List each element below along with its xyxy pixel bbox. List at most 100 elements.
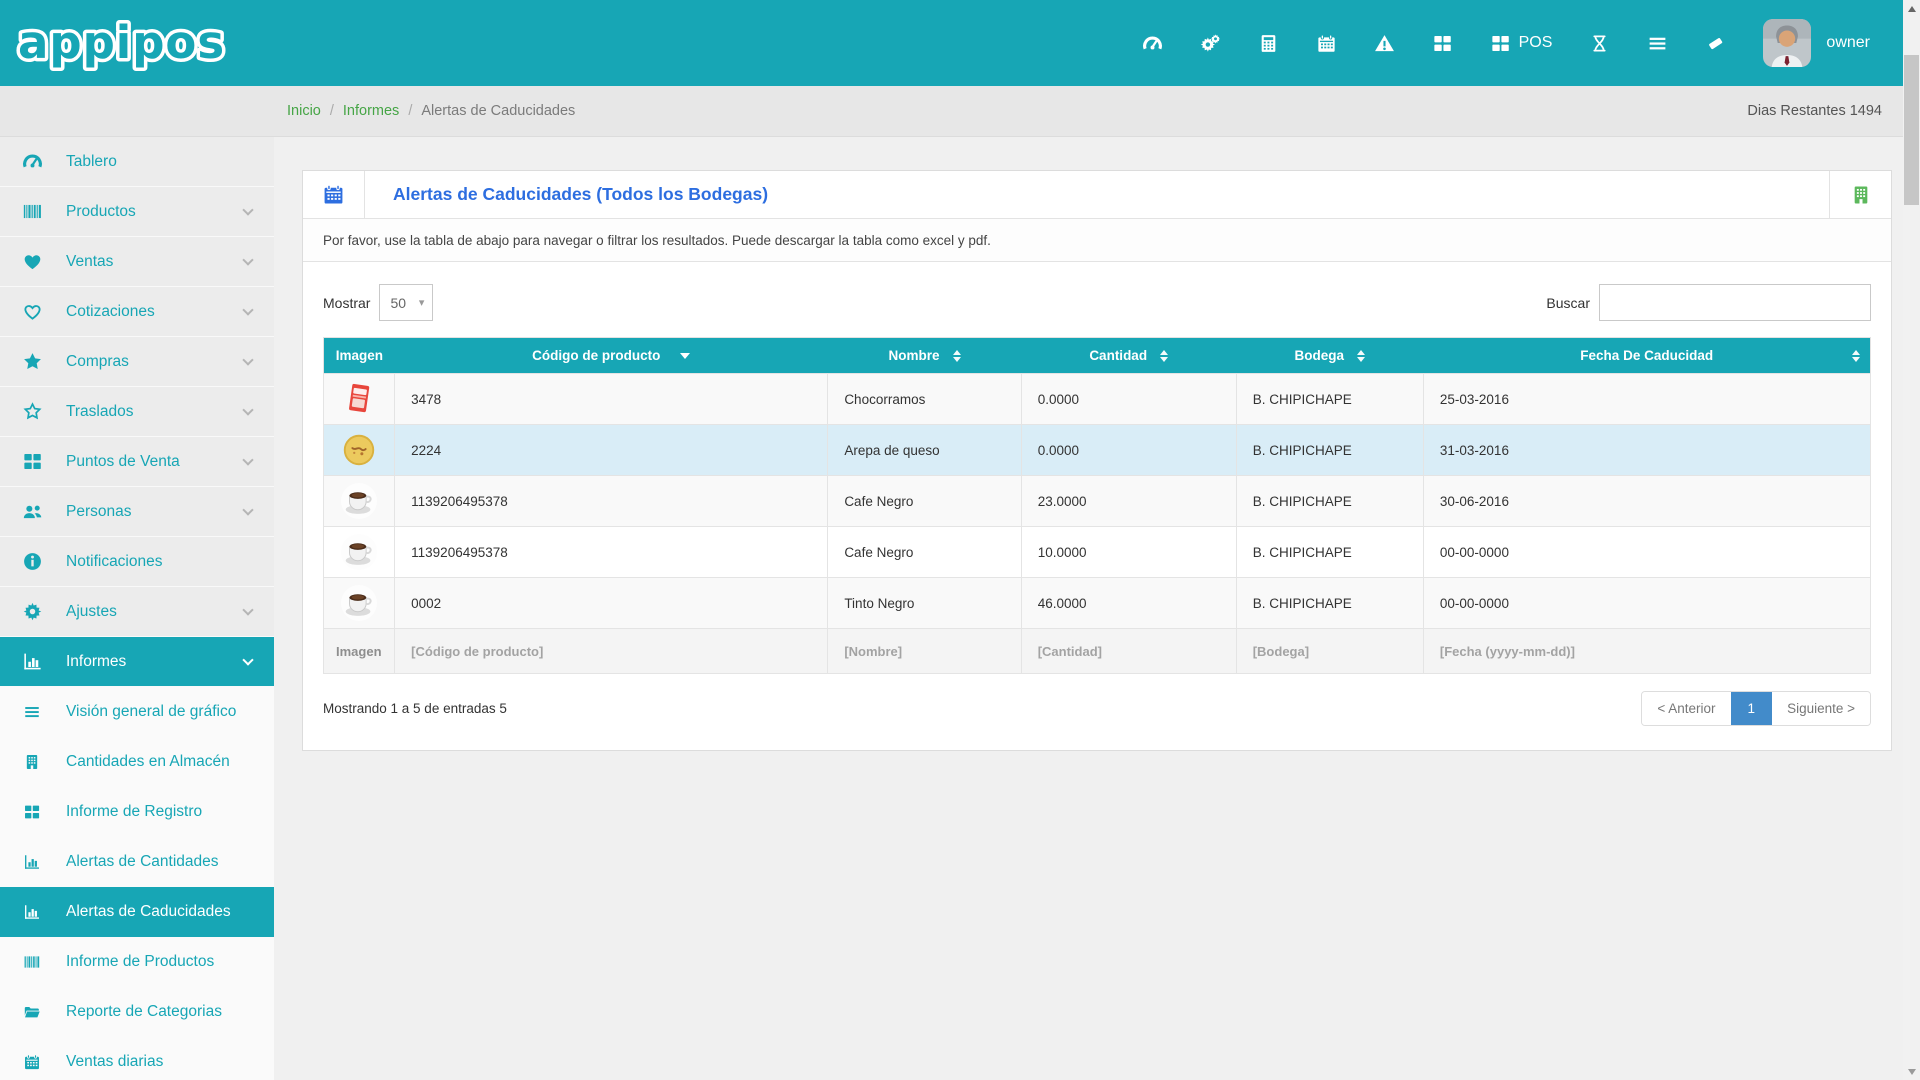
- show-label: Mostrar: [323, 295, 370, 311]
- app-logo[interactable]: appipos: [14, 12, 232, 74]
- heart-outline-icon: [20, 301, 44, 322]
- select-arrow-icon: ▾: [419, 296, 425, 309]
- star-icon: [20, 351, 44, 372]
- chevron-down-icon: [242, 454, 253, 465]
- search-input[interactable]: [1599, 284, 1871, 321]
- scroll-thumb[interactable]: [1904, 55, 1919, 205]
- chevron-down-icon: [242, 204, 253, 215]
- submenu-item-informe-registro[interactable]: Informe de Registro: [0, 787, 274, 837]
- sidebar-item-cotizaciones[interactable]: Cotizaciones: [0, 287, 274, 337]
- sidebar-item-tablero[interactable]: Tablero: [0, 137, 274, 187]
- breadcrumb-informes[interactable]: Informes: [343, 103, 399, 119]
- scrollbar[interactable]: [1903, 0, 1920, 1080]
- pagination-prev[interactable]: < Anterior: [1642, 692, 1730, 725]
- info-text: Por favor, use la tabla de abajo para na…: [303, 219, 1891, 262]
- sidebar-item-puntos-de-venta[interactable]: Puntos de Venta: [0, 437, 274, 487]
- informes-submenu: Visión general de gráfico Cantidades en …: [0, 687, 274, 1080]
- product-image-chocorramos: [340, 380, 378, 418]
- col-nombre[interactable]: Nombre: [828, 338, 1021, 374]
- table-row-selected[interactable]: 2224 Arepa de queso 0.0000 B. CHIPICHAPE…: [324, 425, 1871, 476]
- list-icon[interactable]: [1647, 33, 1668, 54]
- sort-icon: [953, 350, 961, 362]
- chevron-down-icon: [242, 304, 253, 315]
- building-icon: [20, 753, 44, 771]
- calendar-icon[interactable]: [1316, 33, 1337, 54]
- filter-row: Imagen [Código de producto] [Nombre] [Ca…: [324, 629, 1871, 674]
- col-bodega[interactable]: Bodega: [1236, 338, 1423, 374]
- eraser-icon[interactable]: [1705, 33, 1726, 54]
- pagination-page-1[interactable]: 1: [1731, 692, 1773, 725]
- col-fecha-de-caducidad[interactable]: Fecha De Caducidad: [1423, 338, 1870, 374]
- sidebar-item-ajustes[interactable]: Ajustes: [0, 587, 274, 637]
- tachometer-icon: [20, 151, 44, 172]
- page-size-select[interactable]: 50 ▾: [379, 284, 433, 321]
- sidebar-item-informes[interactable]: Informes: [0, 637, 274, 687]
- star-outline-icon: [20, 401, 44, 422]
- cogs-icon[interactable]: [1200, 33, 1221, 54]
- header-icon-bar: POS owner: [1142, 0, 1870, 86]
- submenu-item-reporte-categorias[interactable]: Reporte de Categorias: [0, 987, 274, 1037]
- info-icon: [20, 551, 44, 572]
- scroll-down-arrow[interactable]: [1903, 1063, 1920, 1080]
- product-image-coffee: [340, 533, 378, 571]
- warning-icon[interactable]: [1374, 33, 1395, 54]
- chevron-down-icon: [242, 254, 253, 265]
- filter-imagen-label: Imagen: [324, 629, 395, 674]
- chevron-down-icon: [242, 604, 253, 615]
- submenu-item-vision-general[interactable]: Visión general de gráfico: [0, 687, 274, 737]
- table-row[interactable]: 0002 Tinto Negro 46.0000 B. CHIPICHAPE 0…: [324, 578, 1871, 629]
- calendar-icon: [20, 1053, 44, 1071]
- sort-icon: [1160, 350, 1168, 362]
- page-title: Alertas de Caducidades (Todos los Bodega…: [365, 171, 1829, 218]
- filter-cantidad-input[interactable]: [Cantidad]: [1021, 629, 1236, 674]
- sidebar-item-notificaciones[interactable]: Notificaciones: [0, 537, 274, 587]
- calendar-icon: [303, 171, 365, 218]
- filter-bodega-input[interactable]: [Bodega]: [1236, 629, 1423, 674]
- sort-icon: [1357, 350, 1365, 362]
- filter-fecha-input[interactable]: [Fecha (yyyy-mm-dd)]: [1423, 629, 1870, 674]
- days-remaining: Dias Restantes 1494: [1747, 103, 1882, 119]
- apps-grid-icon[interactable]: [1432, 33, 1453, 54]
- submenu-item-ventas-diarias[interactable]: Ventas diarias: [0, 1037, 274, 1080]
- pagination-next[interactable]: Siguiente >: [1772, 692, 1870, 725]
- col-codigo-de-producto[interactable]: Código de producto: [395, 338, 828, 374]
- user-menu[interactable]: owner: [1826, 34, 1870, 52]
- grid-icon: [20, 451, 44, 472]
- sidebar-item-productos[interactable]: Productos: [0, 187, 274, 237]
- calculator-icon[interactable]: [1258, 33, 1279, 54]
- building-icon: [1850, 184, 1872, 206]
- sidebar-item-compras[interactable]: Compras: [0, 337, 274, 387]
- bar-chart-icon: [20, 903, 44, 921]
- barcode-icon: [20, 953, 44, 971]
- table-row[interactable]: 1139206495378 Cafe Negro 10.0000 B. CHIP…: [324, 527, 1871, 578]
- table-row[interactable]: 3478 Chocorramos 0.0000 B. CHIPICHAPE 25…: [324, 374, 1871, 425]
- submenu-item-informe-productos[interactable]: Informe de Productos: [0, 937, 274, 987]
- sidebar-item-personas[interactable]: Personas: [0, 487, 274, 537]
- tachometer-icon[interactable]: [1142, 33, 1163, 54]
- content-area: Alertas de Caducidades (Todos los Bodega…: [274, 137, 1920, 1080]
- filter-codigo-input[interactable]: [Código de producto]: [395, 629, 828, 674]
- sidebar-item-traslados[interactable]: Traslados: [0, 387, 274, 437]
- submenu-item-alertas-caducidades[interactable]: Alertas de Caducidades: [0, 887, 274, 937]
- col-cantidad[interactable]: Cantidad: [1021, 338, 1236, 374]
- col-imagen: Imagen: [324, 338, 395, 374]
- search-label: Buscar: [1546, 295, 1590, 311]
- breadcrumb-home[interactable]: Inicio: [287, 103, 321, 119]
- users-icon: [20, 501, 44, 522]
- scroll-up-arrow[interactable]: [1903, 0, 1920, 17]
- submenu-item-cantidades-almacen[interactable]: Cantidades en Almacén: [0, 737, 274, 787]
- submenu-item-alertas-cantidades[interactable]: Alertas de Cantidades: [0, 837, 274, 887]
- breadcrumb-current: Alertas de Caducidades: [421, 103, 575, 119]
- table-footer: Mostrando 1 a 5 de entradas 5 < Anterior…: [323, 691, 1871, 726]
- filter-nombre-input[interactable]: [Nombre]: [828, 629, 1021, 674]
- pos-button[interactable]: POS: [1490, 33, 1553, 54]
- pos-grid-icon: [1490, 33, 1511, 54]
- sort-icon: [1852, 350, 1860, 362]
- export-button[interactable]: [1829, 171, 1891, 218]
- heart-icon: [20, 251, 44, 272]
- hourglass-icon[interactable]: [1589, 33, 1610, 54]
- product-image-arepa: [340, 431, 378, 469]
- table-row[interactable]: 1139206495378 Cafe Negro 23.0000 B. CHIP…: [324, 476, 1871, 527]
- avatar[interactable]: [1763, 19, 1811, 67]
- sidebar-item-ventas[interactable]: Ventas: [0, 237, 274, 287]
